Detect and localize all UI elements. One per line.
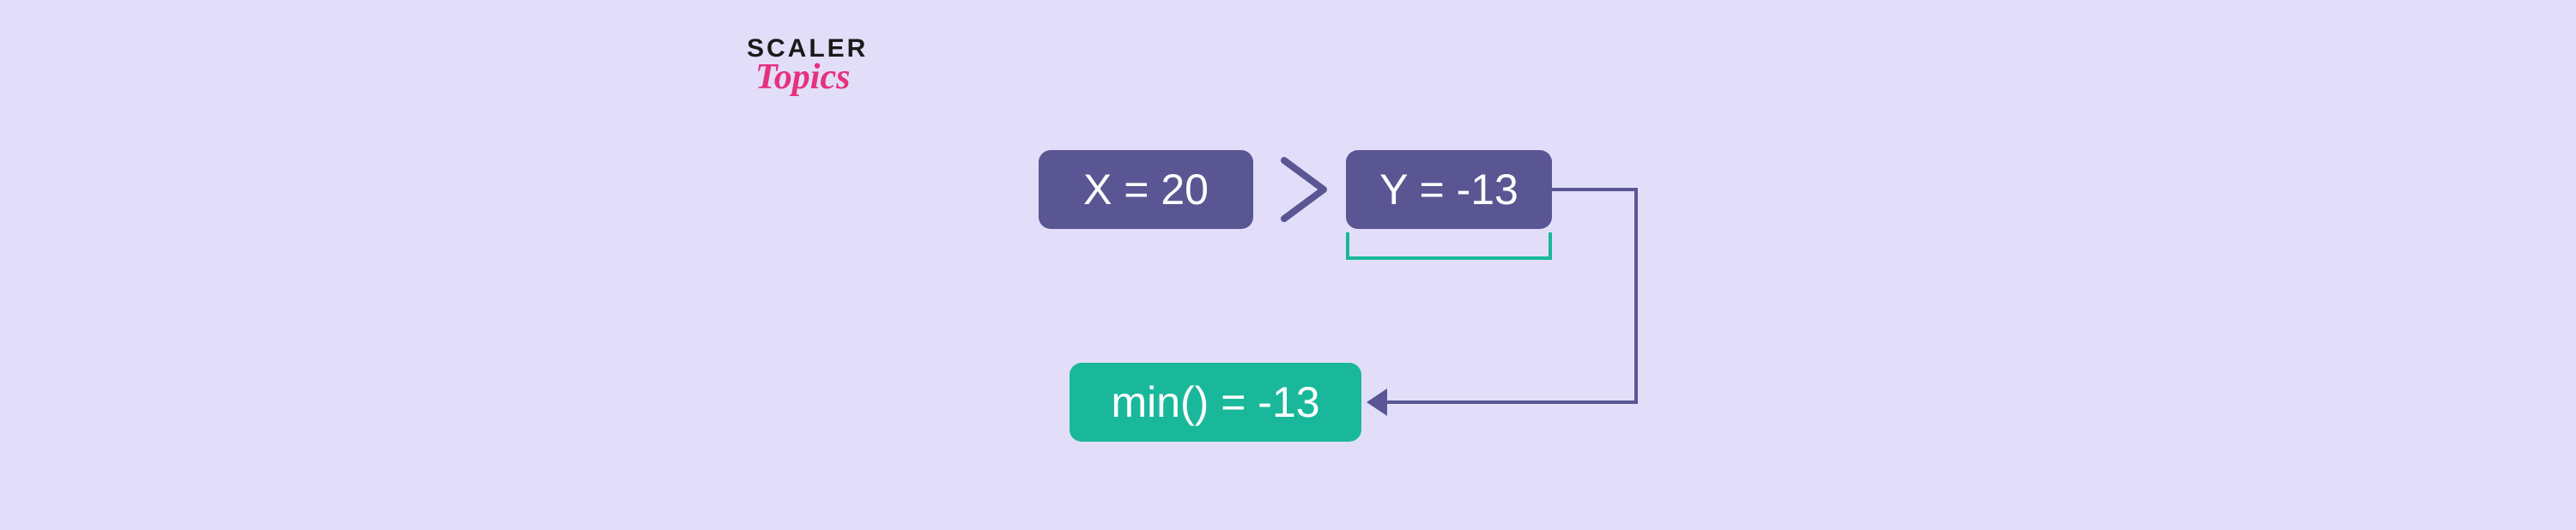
brand-logo: SCALER Topics [747,34,868,98]
result-box: min() = -13 [1070,363,1361,442]
arrow-left-icon [1367,388,1387,416]
x-value-box: X = 20 [1039,150,1253,229]
greater-than-icon [1274,154,1334,226]
y-value-text: Y = -13 [1379,165,1518,214]
connector-line [1382,401,1638,404]
result-text: min() = -13 [1111,377,1319,427]
y-value-box: Y = -13 [1346,150,1552,229]
x-value-text: X = 20 [1083,165,1209,214]
diagram-stage: X = 20 Y = -13 min() = -13 [1039,150,1811,476]
selection-bracket [1346,232,1552,260]
connector-line [1634,191,1638,404]
connector-line [1552,188,1638,191]
